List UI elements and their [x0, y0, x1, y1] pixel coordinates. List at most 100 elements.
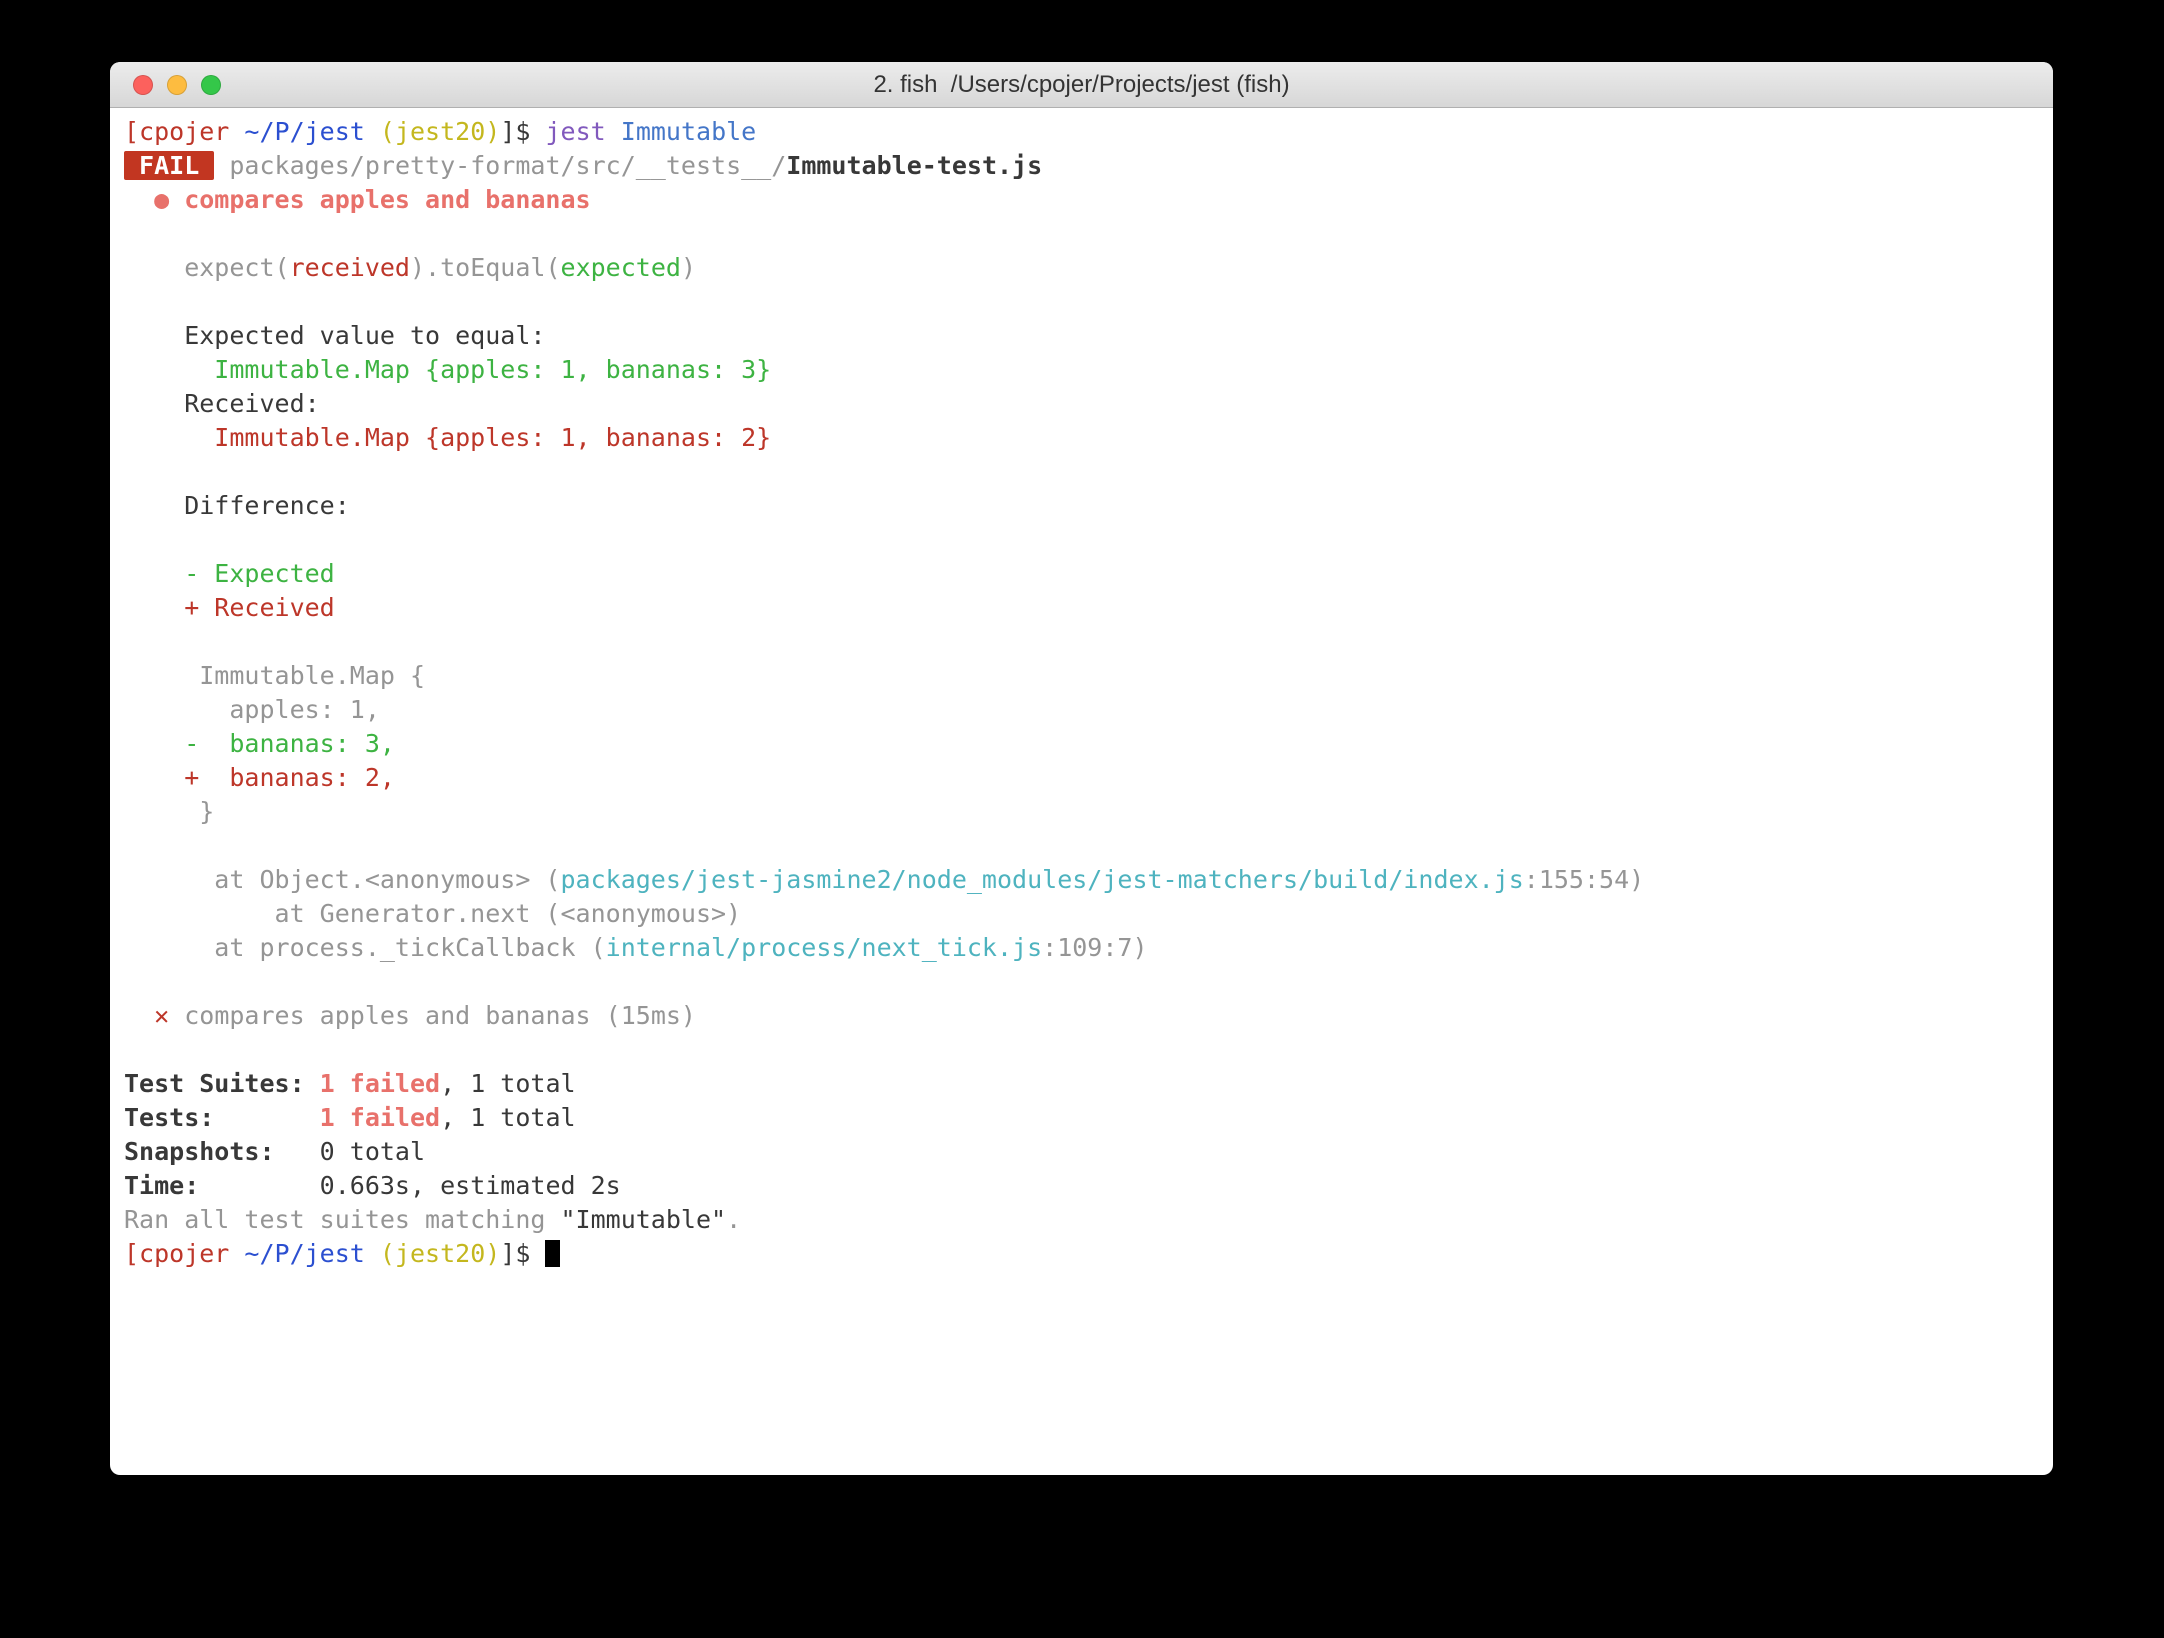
terminal-line: Time: 0.663s, estimated 2s — [124, 1169, 2043, 1203]
text-segment: Snapshots: — [124, 1137, 275, 1166]
terminal-line: ● compares apples and bananas — [124, 183, 2043, 217]
terminal-window: 2. fish /Users/cpojer/Projects/jest (fis… — [110, 62, 2053, 1475]
terminal-line: Ran all test suites matching "Immutable"… — [124, 1203, 2043, 1237]
cursor-block — [545, 1240, 560, 1267]
text-segment: jest — [545, 117, 605, 146]
text-segment: received — [290, 253, 410, 282]
text-segment — [606, 117, 621, 146]
terminal-line — [124, 285, 2043, 319]
terminal-line: at process._tickCallback (internal/proce… — [124, 931, 2043, 965]
text-segment: Tests: — [124, 1103, 214, 1132]
terminal-line — [124, 455, 2043, 489]
terminal-line: ✕ compares apples and bananas (15ms) — [124, 999, 2043, 1033]
text-segment: at Object.<anonymous> ( — [124, 865, 561, 894]
text-segment — [214, 151, 229, 180]
text-segment: Immutable-test.js — [786, 151, 1042, 180]
terminal-line: Test Suites: 1 failed, 1 total — [124, 1067, 2043, 1101]
terminal-line: [cpojer ~/P/jest (jest20)]$ jest Immutab… — [124, 115, 2043, 149]
text-segment: 1 failed — [320, 1069, 440, 1098]
terminal-line: Immutable.Map {apples: 1, bananas: 3} — [124, 353, 2043, 387]
text-segment: "Immutable" — [561, 1205, 727, 1234]
text-segment: Expected value to equal: — [124, 321, 545, 350]
terminal-line — [124, 965, 2043, 999]
terminal-line: expect(received).toEqual(expected) — [124, 251, 2043, 285]
text-segment: Difference: — [124, 491, 350, 520]
terminal-line — [124, 1033, 2043, 1067]
terminal-line — [124, 829, 2043, 863]
terminal-line: Immutable.Map {apples: 1, bananas: 2} — [124, 421, 2043, 455]
text-segment: ]$ — [500, 117, 545, 146]
text-segment: . — [726, 1205, 741, 1234]
text-segment: ✕ — [154, 1001, 169, 1030]
terminal-line: Difference: — [124, 489, 2043, 523]
text-segment: packages/jest-jasmine2/node_modules/jest… — [561, 865, 1524, 894]
window-title: 2. fish /Users/cpojer/Projects/jest (fis… — [110, 62, 2053, 107]
text-segment: ) — [681, 253, 696, 282]
text-segment: (jest20) — [380, 117, 500, 146]
text-segment: , 1 total — [440, 1069, 575, 1098]
text-segment: :155:54) — [1524, 865, 1644, 894]
terminal-line: apples: 1, — [124, 693, 2043, 727]
terminal-line: - Expected — [124, 557, 2043, 591]
text-segment: ~/P/jest — [244, 117, 364, 146]
title-bar[interactable]: 2. fish /Users/cpojer/Projects/jest (fis… — [110, 62, 2053, 108]
terminal-line — [124, 217, 2043, 251]
text-segment: + Received — [124, 593, 335, 622]
text-segment — [365, 1239, 380, 1268]
text-segment — [214, 1103, 319, 1132]
text-segment: :109:7) — [1042, 933, 1147, 962]
terminal-output[interactable]: [cpojer ~/P/jest (jest20)]$ jest Immutab… — [110, 108, 2053, 1475]
terminal-line: [cpojer ~/P/jest (jest20)]$ — [124, 1237, 2043, 1271]
text-segment: expected — [561, 253, 681, 282]
terminal-line: - bananas: 3, — [124, 727, 2043, 761]
terminal-line: } — [124, 795, 2043, 829]
text-segment: [cpojer — [124, 1239, 229, 1268]
text-segment: ]$ — [500, 1239, 545, 1268]
terminal-line: Snapshots: 0 total — [124, 1135, 2043, 1169]
text-segment — [229, 117, 244, 146]
text-segment: + bananas: 2, — [124, 763, 395, 792]
text-segment: ● compares apples and bananas — [124, 185, 591, 214]
text-segment: packages/pretty-format/src/__tests__/ — [229, 151, 786, 180]
text-segment: 1 failed — [320, 1103, 440, 1132]
text-segment: 0 total — [275, 1137, 426, 1166]
terminal-line: Expected value to equal: — [124, 319, 2043, 353]
terminal-line: Immutable.Map { — [124, 659, 2043, 693]
text-segment: } — [124, 797, 214, 826]
text-segment: internal/process/next_tick.js — [606, 933, 1043, 962]
text-segment: expect( — [124, 253, 290, 282]
text-segment: 0.663s, estimated 2s — [199, 1171, 620, 1200]
terminal-line: + bananas: 2, — [124, 761, 2043, 795]
fail-badge: FAIL — [124, 151, 214, 180]
text-segment: - Expected — [124, 559, 335, 588]
terminal-line: at Generator.next (<anonymous>) — [124, 897, 2043, 931]
terminal-line: Tests: 1 failed, 1 total — [124, 1101, 2043, 1135]
text-segment: apples: 1, — [124, 695, 380, 724]
text-segment: ~/P/jest — [244, 1239, 364, 1268]
text-segment: at process._tickCallback ( — [124, 933, 606, 962]
text-segment: Immutable.Map {apples: 1, bananas: 2} — [124, 423, 771, 452]
terminal-line: at Object.<anonymous> (packages/jest-jas… — [124, 863, 2043, 897]
text-segment: Test Suites: — [124, 1069, 320, 1098]
text-segment: Ran all test suites matching — [124, 1205, 561, 1234]
text-segment: [cpojer — [124, 117, 229, 146]
text-segment: (jest20) — [380, 1239, 500, 1268]
text-segment — [365, 117, 380, 146]
text-segment: compares apples and bananas (15ms) — [169, 1001, 696, 1030]
text-segment: Received: — [124, 389, 320, 418]
text-segment: Immutable.Map {apples: 1, bananas: 3} — [124, 355, 771, 384]
text-segment: ).toEqual( — [410, 253, 561, 282]
terminal-line: + Received — [124, 591, 2043, 625]
terminal-line — [124, 625, 2043, 659]
terminal-line: FAIL packages/pretty-format/src/__tests_… — [124, 149, 2043, 183]
terminal-line — [124, 523, 2043, 557]
text-segment: Time: — [124, 1171, 199, 1200]
text-segment: - bananas: 3, — [124, 729, 395, 758]
text-segment: at Generator.next (<anonymous>) — [124, 899, 741, 928]
text-segment — [124, 1001, 154, 1030]
terminal-line: Received: — [124, 387, 2043, 421]
text-segment: , 1 total — [440, 1103, 575, 1132]
text-segment: Immutable.Map { — [124, 661, 425, 690]
text-segment — [229, 1239, 244, 1268]
text-segment: Immutable — [621, 117, 756, 146]
